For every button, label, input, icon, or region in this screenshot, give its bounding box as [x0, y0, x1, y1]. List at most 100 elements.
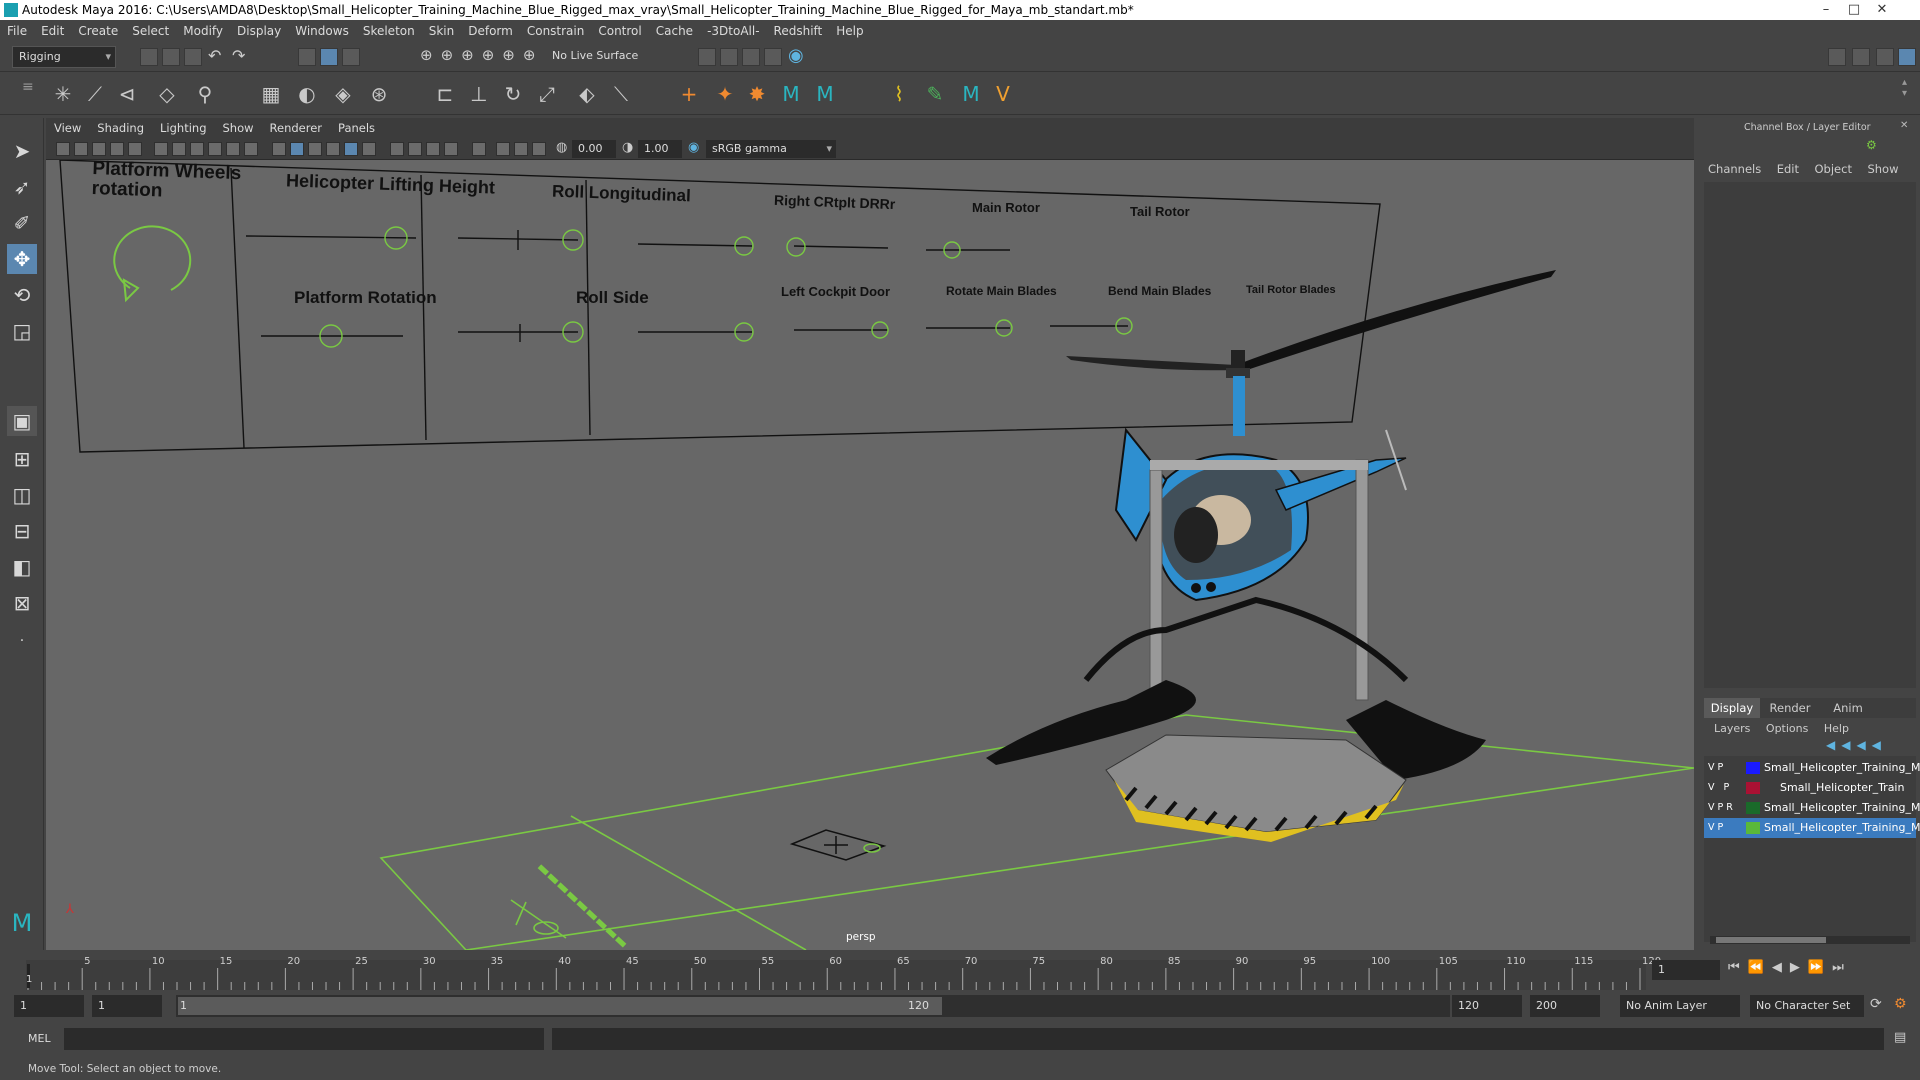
- ipr-render-icon[interactable]: [720, 48, 738, 66]
- layer-row[interactable]: V P R Small_Helicopter_Training_M: [1704, 798, 1920, 818]
- exposure-field[interactable]: 0.00: [572, 140, 616, 158]
- layer-flags[interactable]: V P: [1708, 818, 1723, 838]
- xray-active-icon[interactable]: [514, 142, 528, 156]
- step-forward-frame-icon[interactable]: ⏩: [1808, 960, 1832, 975]
- script-editor-icon[interactable]: ▤: [1894, 1030, 1906, 1045]
- grid-toggle-icon[interactable]: [154, 142, 168, 156]
- menu-deform[interactable]: Deform: [461, 20, 520, 42]
- attribute-editor-icon[interactable]: [1852, 48, 1870, 66]
- select-component-icon[interactable]: [342, 48, 360, 66]
- minimize-icon[interactable]: –: [1812, 0, 1840, 20]
- cb-menu-object[interactable]: Object: [1815, 162, 1852, 176]
- layer-menu-options[interactable]: Options: [1766, 722, 1808, 735]
- layer-color-swatch[interactable]: [1746, 782, 1760, 794]
- new-scene-icon[interactable]: [140, 48, 158, 66]
- wireframe-on-shaded-icon[interactable]: [308, 142, 322, 156]
- camera-attributes-icon[interactable]: [74, 142, 88, 156]
- save-scene-icon[interactable]: [184, 48, 202, 66]
- smooth-shade-icon[interactable]: [290, 142, 304, 156]
- current-frame-field[interactable]: 1: [1652, 960, 1720, 980]
- hypershade-layout-icon[interactable]: ◧: [7, 552, 37, 582]
- tab-anim[interactable]: Anim: [1820, 698, 1876, 718]
- panel-menu-show[interactable]: Show: [215, 118, 262, 138]
- layer-scrollbar[interactable]: [1710, 936, 1910, 944]
- menu-constrain[interactable]: Constrain: [520, 20, 592, 42]
- layer-action-icons[interactable]: ◀◀◀◀: [1826, 738, 1887, 752]
- panel-menu-renderer[interactable]: Renderer: [262, 118, 331, 138]
- open-scene-icon[interactable]: [162, 48, 180, 66]
- select-object-icon[interactable]: [320, 48, 338, 66]
- cluster-icon[interactable]: ✦: [712, 81, 738, 107]
- menu-redshift[interactable]: Redshift: [767, 20, 830, 42]
- layout-more-icon[interactable]: ·: [7, 626, 37, 656]
- anim-end-field[interactable]: 200: [1530, 995, 1600, 1017]
- layer-flags[interactable]: V P: [1708, 758, 1723, 778]
- move-tool-icon[interactable]: ✥: [7, 244, 37, 274]
- layer-menu-help[interactable]: Help: [1824, 722, 1849, 735]
- menu-edit[interactable]: Edit: [34, 20, 71, 42]
- camera-select-icon[interactable]: [56, 142, 70, 156]
- menu-modify[interactable]: Modify: [176, 20, 230, 42]
- shadows-icon[interactable]: [362, 142, 376, 156]
- rotate-tool-icon[interactable]: ⟲: [7, 280, 37, 310]
- gate-mask-icon[interactable]: [208, 142, 222, 156]
- pole-vector-icon[interactable]: ⟍: [608, 81, 634, 107]
- paint-weights-icon[interactable]: ⌇: [886, 81, 912, 107]
- resolution-gate-icon[interactable]: [190, 142, 204, 156]
- panel-menu-lighting[interactable]: Lighting: [152, 118, 214, 138]
- tab-display[interactable]: Display: [1704, 698, 1760, 718]
- panel-close-icon[interactable]: ✕: [1900, 120, 1908, 131]
- menu-cache[interactable]: Cache: [649, 20, 700, 42]
- locator-icon[interactable]: +: [676, 81, 702, 107]
- anim-layer-dropdown[interactable]: No Anim Layer: [1620, 995, 1740, 1017]
- layer-color-swatch[interactable]: [1746, 802, 1760, 814]
- depth-of-field-icon[interactable]: [444, 142, 458, 156]
- ik-handle-icon[interactable]: ⟋: [82, 81, 108, 107]
- isolate-select-icon[interactable]: [472, 142, 486, 156]
- orient-constraint-icon[interactable]: ↻: [500, 81, 526, 107]
- layer-scrollbar-thumb[interactable]: [1716, 937, 1826, 943]
- maximize-icon[interactable]: □: [1840, 0, 1868, 20]
- panel-menu-view[interactable]: View: [46, 118, 89, 138]
- mirror-weights-icon[interactable]: ✎: [922, 81, 948, 107]
- tool-settings-icon[interactable]: [1876, 48, 1894, 66]
- joint-tool-icon[interactable]: ✳: [50, 81, 76, 107]
- film-gate-icon[interactable]: [172, 142, 186, 156]
- layer-flags[interactable]: V P: [1708, 778, 1729, 798]
- preferences-icon[interactable]: ⚙: [1894, 996, 1907, 1012]
- layer-name[interactable]: Small_Helicopter_Train: [1780, 778, 1904, 798]
- menu-windows[interactable]: Windows: [288, 20, 356, 42]
- menu-skin[interactable]: Skin: [422, 20, 462, 42]
- menu-control[interactable]: Control: [591, 20, 648, 42]
- panel-menu-shading[interactable]: Shading: [89, 118, 152, 138]
- xray-joints-icon[interactable]: [532, 142, 546, 156]
- safe-action-icon[interactable]: [244, 142, 258, 156]
- four-view-layout-icon[interactable]: ⊞: [7, 444, 37, 474]
- wrap-deformer-icon[interactable]: ⊛: [366, 81, 392, 107]
- hik-control-icon[interactable]: M: [812, 81, 838, 107]
- play-icon[interactable]: ▶: [1790, 960, 1808, 975]
- cmd-input[interactable]: [64, 1028, 544, 1050]
- select-hierarchy-icon[interactable]: [298, 48, 316, 66]
- layer-name[interactable]: Small_Helicopter_Training_M: [1764, 758, 1920, 778]
- layer-name[interactable]: Small_Helicopter_Training_M: [1764, 818, 1920, 838]
- bind-skin-icon[interactable]: ◇: [154, 81, 180, 107]
- single-view-layout-icon[interactable]: ▣: [7, 406, 37, 436]
- snap-icons[interactable]: ⊕⊕⊕⊕⊕⊕: [420, 46, 543, 64]
- lattice-icon[interactable]: ▦: [258, 81, 284, 107]
- humanik-icon[interactable]: ⚲: [192, 81, 218, 107]
- render-icon[interactable]: [698, 48, 716, 66]
- motion-blur-icon[interactable]: [408, 142, 422, 156]
- range-bar[interactable]: 1 120: [176, 995, 1450, 1017]
- shelf-menu-icon[interactable]: ≡: [22, 79, 34, 95]
- colorspace-dropdown[interactable]: sRGB gamma ▾: [706, 140, 836, 158]
- persp-viewport[interactable]: ▬▬▬▬▬▬▬▬▬ Platform Wheels rotation Helic…: [46, 160, 1694, 950]
- aim-constraint-icon[interactable]: ⊥: [466, 81, 492, 107]
- layer-row[interactable]: V P Small_Helicopter_Train: [1704, 778, 1916, 798]
- character-set-dropdown[interactable]: No Character Set: [1750, 995, 1864, 1017]
- xray-icon[interactable]: [496, 142, 510, 156]
- menu-create[interactable]: Create: [71, 20, 125, 42]
- redshift-icon[interactable]: ◉: [788, 45, 804, 66]
- panel-menu-panels[interactable]: Panels: [330, 118, 383, 138]
- cmd-language-label[interactable]: MEL: [28, 1032, 51, 1045]
